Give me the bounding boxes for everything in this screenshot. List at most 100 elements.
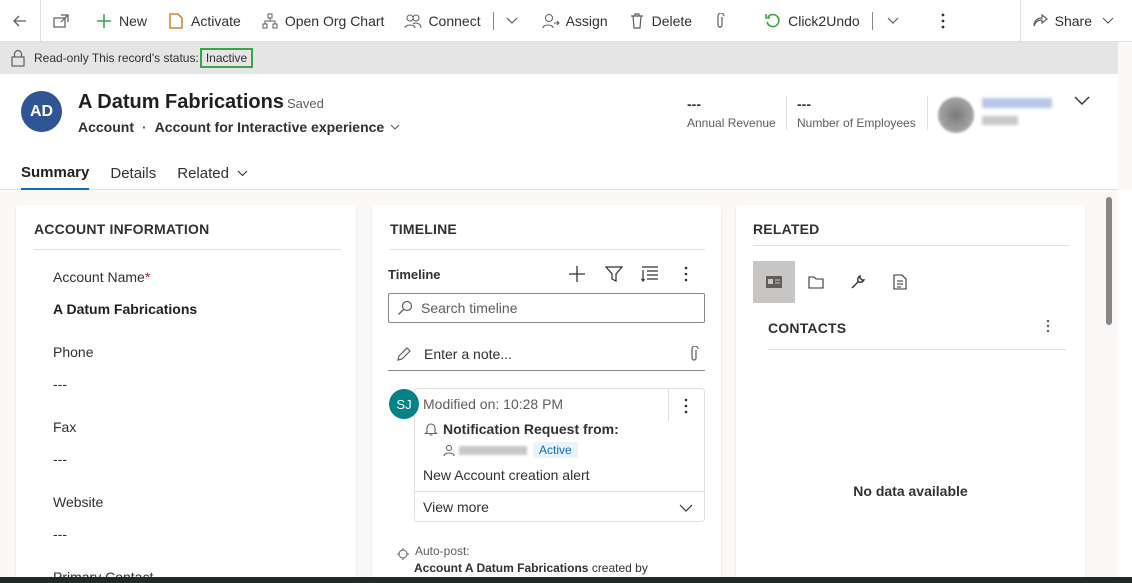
note-input[interactable]: Enter a note...: [388, 337, 705, 371]
owner-avatar[interactable]: [938, 97, 974, 133]
website-value[interactable]: ---: [53, 526, 67, 542]
chevron-down-icon: [1102, 17, 1114, 24]
annual-revenue-field: --- Annual Revenue: [687, 96, 776, 130]
expand-card-button[interactable]: [679, 500, 693, 516]
empty-state: No data available: [853, 483, 968, 499]
open-new-window-icon: [53, 13, 69, 28]
chevron-down-icon: [887, 17, 899, 24]
open-new-window-button[interactable]: [41, 0, 81, 42]
divider: [786, 96, 787, 130]
share-label: Share: [1054, 12, 1092, 29]
activate-button[interactable]: Activate: [157, 0, 251, 42]
record-subtitle: Account · Account for Interactive experi…: [78, 119, 400, 135]
timeline-panel: TIMELINE Timeline Search timeline Enter …: [372, 205, 721, 583]
card-title-row: Notification Request from:: [423, 421, 619, 437]
annual-revenue-label: Annual Revenue: [687, 116, 776, 130]
tab-details[interactable]: Details: [110, 156, 156, 190]
org-chart-icon: [261, 12, 279, 30]
new-button[interactable]: New: [85, 0, 157, 42]
lock-icon: [11, 49, 25, 67]
read-only-banner: Read-only This record's status: Inactive: [0, 42, 1118, 74]
assign-label: Assign: [565, 12, 608, 29]
account-name-value[interactable]: A Datum Fabrications: [53, 301, 197, 317]
more-commands-button[interactable]: [923, 0, 963, 42]
folder-icon: [808, 276, 824, 289]
required-marker: *: [144, 269, 151, 285]
scrollbar-thumb[interactable]: [1106, 197, 1112, 325]
divider: [492, 11, 494, 30]
filter-icon: [604, 266, 624, 282]
autopost-subject[interactable]: Account A Datum Fabrications: [414, 561, 588, 575]
view-more-link[interactable]: View more: [423, 499, 489, 515]
taskbar-strip: [0, 577, 1132, 583]
sender-name-redacted[interactable]: [459, 445, 527, 455]
timeline-more-button[interactable]: [684, 266, 688, 285]
chevron-down-icon: [237, 170, 248, 176]
tab-summary[interactable]: Summary: [21, 156, 90, 190]
chevron-down-icon: [679, 504, 693, 512]
timeline-avatar: SJ: [389, 389, 419, 419]
website-label: Website: [53, 494, 104, 510]
record-status: Inactive: [199, 48, 254, 68]
owner-name-redacted[interactable]: [982, 98, 1052, 108]
timeline-card[interactable]: Modified on: 10:28 PM Notification Reque…: [414, 388, 705, 522]
note-placeholder: Enter a note...: [424, 345, 512, 362]
delete-button[interactable]: Delete: [618, 0, 702, 42]
scrollbar-track[interactable]: [1118, 190, 1132, 583]
filter-button[interactable]: [604, 265, 624, 286]
people-icon: [404, 12, 422, 30]
employees-value: ---: [797, 96, 811, 112]
card-body: New Account creation alert: [423, 467, 590, 483]
section-title: TIMELINE: [390, 221, 457, 237]
tab-related-label: Related: [177, 164, 229, 182]
connect-button[interactable]: Connect: [394, 0, 490, 42]
related-tab-wrench[interactable]: [837, 261, 879, 303]
header-expand-button[interactable]: [1073, 94, 1091, 110]
click2undo-button[interactable]: Click2Undo: [754, 0, 870, 42]
related-tab-contacts[interactable]: [753, 261, 795, 303]
annual-revenue-value: ---: [687, 96, 701, 112]
divider: [753, 245, 1069, 246]
contacts-more-button[interactable]: [1046, 319, 1050, 336]
assign-button[interactable]: Assign: [532, 0, 618, 42]
card-more-button[interactable]: [684, 398, 688, 417]
connect-more-button[interactable]: [496, 0, 528, 42]
related-panel: RELATED CONTACTS No data available: [736, 205, 1085, 583]
paperclip-icon[interactable]: [689, 345, 699, 362]
click2undo-more-button[interactable]: [875, 0, 911, 42]
org-chart-label: Open Org Chart: [284, 12, 385, 29]
search-icon: [398, 300, 413, 315]
timeline-search-input[interactable]: Search timeline: [388, 293, 705, 323]
list-sort-icon: [641, 266, 658, 282]
add-activity-button[interactable]: [568, 265, 586, 286]
related-tab-document[interactable]: [879, 261, 921, 303]
undo-icon: [764, 12, 782, 30]
more-vertical-icon: [1046, 319, 1050, 333]
phone-value[interactable]: ---: [53, 376, 67, 392]
plus-icon: [95, 12, 113, 30]
sort-button[interactable]: [641, 265, 659, 286]
autopost-label: Auto-post:: [415, 544, 470, 558]
tab-related[interactable]: Related: [177, 156, 248, 190]
chevron-down-icon[interactable]: [390, 124, 400, 131]
form-selector[interactable]: Account for Interactive experience: [155, 119, 385, 135]
related-tab-folder[interactable]: [795, 261, 837, 303]
account-name-label: Account Name*: [53, 269, 151, 285]
card-modified: Modified on: 10:28 PM: [423, 396, 564, 412]
back-arrow-icon: [13, 15, 26, 26]
attach-button[interactable]: [702, 0, 738, 42]
divider: [927, 96, 928, 130]
banner-text: Read-only This record's status:: [34, 51, 199, 65]
click2undo-label: Click2Undo: [788, 12, 860, 29]
more-vertical-icon: [941, 13, 945, 28]
card-from-row: Active: [443, 442, 578, 458]
owner-role-redacted: [982, 116, 1018, 125]
more-vertical-icon: [684, 398, 688, 414]
document-icon: [167, 12, 185, 30]
share-button[interactable]: Share: [1021, 0, 1132, 42]
back-button[interactable]: [0, 0, 40, 42]
save-status: - Saved: [279, 96, 324, 111]
fax-value[interactable]: ---: [53, 451, 67, 467]
plus-icon: [569, 266, 585, 282]
open-org-chart-button[interactable]: Open Org Chart: [251, 0, 395, 42]
